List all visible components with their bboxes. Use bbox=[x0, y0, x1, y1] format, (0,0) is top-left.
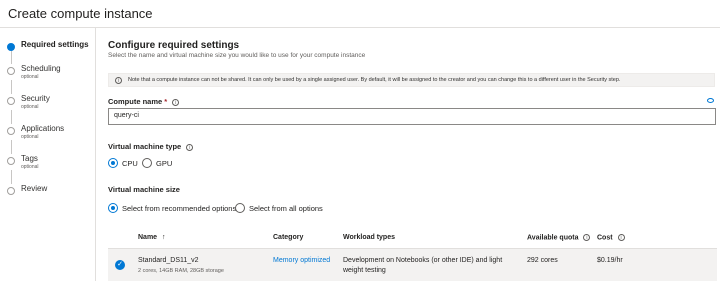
step-connector bbox=[11, 140, 12, 154]
column-header-quota[interactable]: Available quota i bbox=[527, 234, 591, 242]
step-label: Applications bbox=[21, 124, 65, 133]
radio-icon bbox=[142, 158, 152, 168]
field-label: Virtual machine size bbox=[108, 185, 180, 194]
vm-name: Standard_DS11_v2 bbox=[138, 257, 199, 264]
step-sublabel: optional bbox=[21, 104, 39, 110]
workload-line-2: weight testing bbox=[343, 267, 386, 274]
info-icon[interactable]: i bbox=[583, 234, 591, 241]
radio-label: Select from recommended options bbox=[122, 203, 237, 213]
note-text: Note that a compute instance can not be … bbox=[128, 77, 621, 83]
step-connector bbox=[11, 80, 12, 94]
column-label: Available quota bbox=[527, 234, 579, 242]
step-icon bbox=[7, 97, 15, 105]
radio-label: GPU bbox=[156, 158, 173, 168]
step-connector bbox=[11, 110, 12, 124]
section-subtitle: Select the name and virtual machine size… bbox=[108, 52, 366, 59]
available-quota: 292 cores bbox=[527, 257, 558, 264]
column-header-category[interactable]: Category bbox=[273, 234, 303, 241]
field-label: Compute name bbox=[108, 97, 163, 106]
step-required-settings[interactable]: Required settings bbox=[7, 40, 89, 51]
cost-value: $0.19/hr bbox=[597, 257, 623, 264]
title-bar: Create compute instance bbox=[0, 0, 720, 28]
step-label: Required settings bbox=[21, 40, 89, 49]
required-mark: * bbox=[164, 97, 168, 106]
sort-icon: ↑ bbox=[162, 234, 166, 241]
vm-spec: 2 cores, 14GB RAM, 28GB storage bbox=[138, 268, 224, 274]
table-row[interactable]: ✓ Standard_DS11_v2 2 cores, 14GB RAM, 28… bbox=[108, 248, 717, 281]
step-label: Tags bbox=[21, 154, 38, 163]
step-active-icon bbox=[7, 43, 15, 51]
radio-label: Select from all options bbox=[249, 203, 323, 213]
workload-line-1: Development on Notebooks (or other IDE) … bbox=[343, 257, 503, 264]
info-note: i Note that a compute instance can not b… bbox=[108, 73, 715, 87]
compute-name-label: Compute name * i bbox=[108, 97, 180, 106]
info-icon: i bbox=[115, 77, 122, 84]
info-icon[interactable]: i bbox=[617, 234, 625, 241]
checkmark-icon[interactable]: ✓ bbox=[115, 260, 125, 270]
column-header-workload[interactable]: Workload types bbox=[343, 234, 395, 241]
step-review[interactable]: Review bbox=[7, 184, 47, 195]
radio-all-options[interactable]: Select from all options bbox=[235, 203, 323, 213]
step-icon bbox=[7, 187, 15, 195]
step-security[interactable]: Security optional bbox=[7, 94, 50, 110]
step-scheduling[interactable]: Scheduling optional bbox=[7, 64, 61, 80]
step-sublabel: optional bbox=[21, 164, 39, 170]
window-title: Create compute instance bbox=[8, 6, 153, 21]
step-icon bbox=[7, 127, 15, 135]
eye-icon[interactable] bbox=[707, 98, 714, 103]
vm-size-label: Virtual machine size bbox=[108, 185, 180, 194]
wizard-steps: Required settings Scheduling optional Se… bbox=[0, 28, 96, 281]
step-sublabel: optional bbox=[21, 74, 39, 80]
step-sublabel: optional bbox=[21, 134, 39, 140]
info-icon[interactable]: i bbox=[186, 143, 194, 151]
column-header-cost[interactable]: Cost i bbox=[597, 234, 625, 241]
column-header-name[interactable]: Name ↑ bbox=[138, 234, 166, 241]
step-label: Security bbox=[21, 94, 50, 103]
step-label: Review bbox=[21, 184, 48, 193]
step-connector bbox=[11, 50, 12, 64]
column-label: Cost bbox=[597, 234, 613, 242]
radio-selected-icon bbox=[108, 203, 118, 213]
radio-label: CPU bbox=[122, 158, 138, 168]
radio-cpu[interactable]: CPU bbox=[108, 158, 138, 168]
radio-recommended[interactable]: Select from recommended options bbox=[108, 203, 236, 213]
step-connector bbox=[11, 170, 12, 184]
field-label: Virtual machine type bbox=[108, 142, 182, 151]
vm-type-label: Virtual machine type i bbox=[108, 142, 194, 151]
category-link[interactable]: Memory optimized bbox=[273, 257, 330, 264]
step-tags[interactable]: Tags optional bbox=[7, 154, 39, 170]
radio-icon bbox=[235, 203, 245, 213]
column-label: Name bbox=[138, 234, 158, 241]
step-applications[interactable]: Applications optional bbox=[7, 124, 64, 140]
radio-selected-icon bbox=[108, 158, 118, 168]
step-icon bbox=[7, 157, 15, 165]
compute-name-input[interactable]: query-ci bbox=[108, 108, 716, 125]
step-icon bbox=[7, 67, 15, 75]
section-title: Configure required settings bbox=[108, 40, 240, 51]
info-icon[interactable]: i bbox=[172, 98, 180, 106]
radio-gpu[interactable]: GPU bbox=[142, 158, 172, 168]
step-label: Scheduling bbox=[21, 64, 61, 73]
main-panel: Configure required settings Select the n… bbox=[97, 28, 720, 281]
